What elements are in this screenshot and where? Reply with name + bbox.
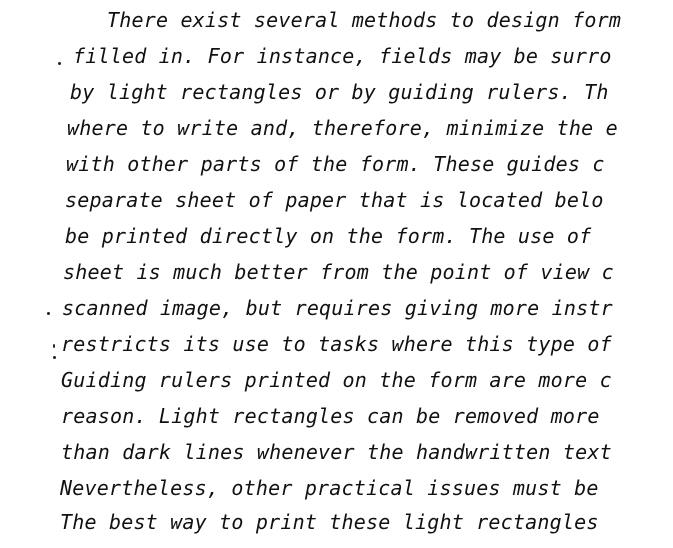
scanned-document-page: There exist several methods to design fo… — [0, 0, 673, 548]
text-line-6: separate sheet of paper that is located … — [65, 188, 604, 212]
text-line-15: The best way to print these light rectan… — [60, 510, 599, 534]
text-line-11: Guiding rulers printed on the form are m… — [61, 368, 612, 392]
text-line-13: than dark lines whenever the handwritten… — [61, 440, 612, 464]
text-line-8: sheet is much better from the point of v… — [63, 260, 614, 284]
scan-speck — [47, 312, 50, 315]
text-line-3: by light rectangles or by guiding rulers… — [70, 80, 609, 104]
text-line-7: be printed directly on the form. The use… — [65, 224, 592, 248]
text-line-14: Nevertheless, other practical issues mus… — [60, 476, 599, 500]
text-line-10: restricts its use to tasks where this ty… — [61, 332, 612, 356]
text-line-5: with other parts of the form. These guid… — [66, 152, 605, 176]
text-line-1: There exist several methods to design fo… — [107, 8, 622, 32]
text-line-12: reason. Light rectangles can be removed … — [61, 404, 600, 428]
text-line-9: scanned image, but requires giving more … — [62, 296, 613, 320]
text-line-2: filled in. For instance, fields may be s… — [73, 44, 612, 68]
scan-speck — [53, 344, 55, 348]
text-line-4: where to write and, therefore, minimize … — [67, 116, 618, 140]
scan-speck — [58, 62, 61, 65]
scan-speck — [53, 356, 56, 359]
